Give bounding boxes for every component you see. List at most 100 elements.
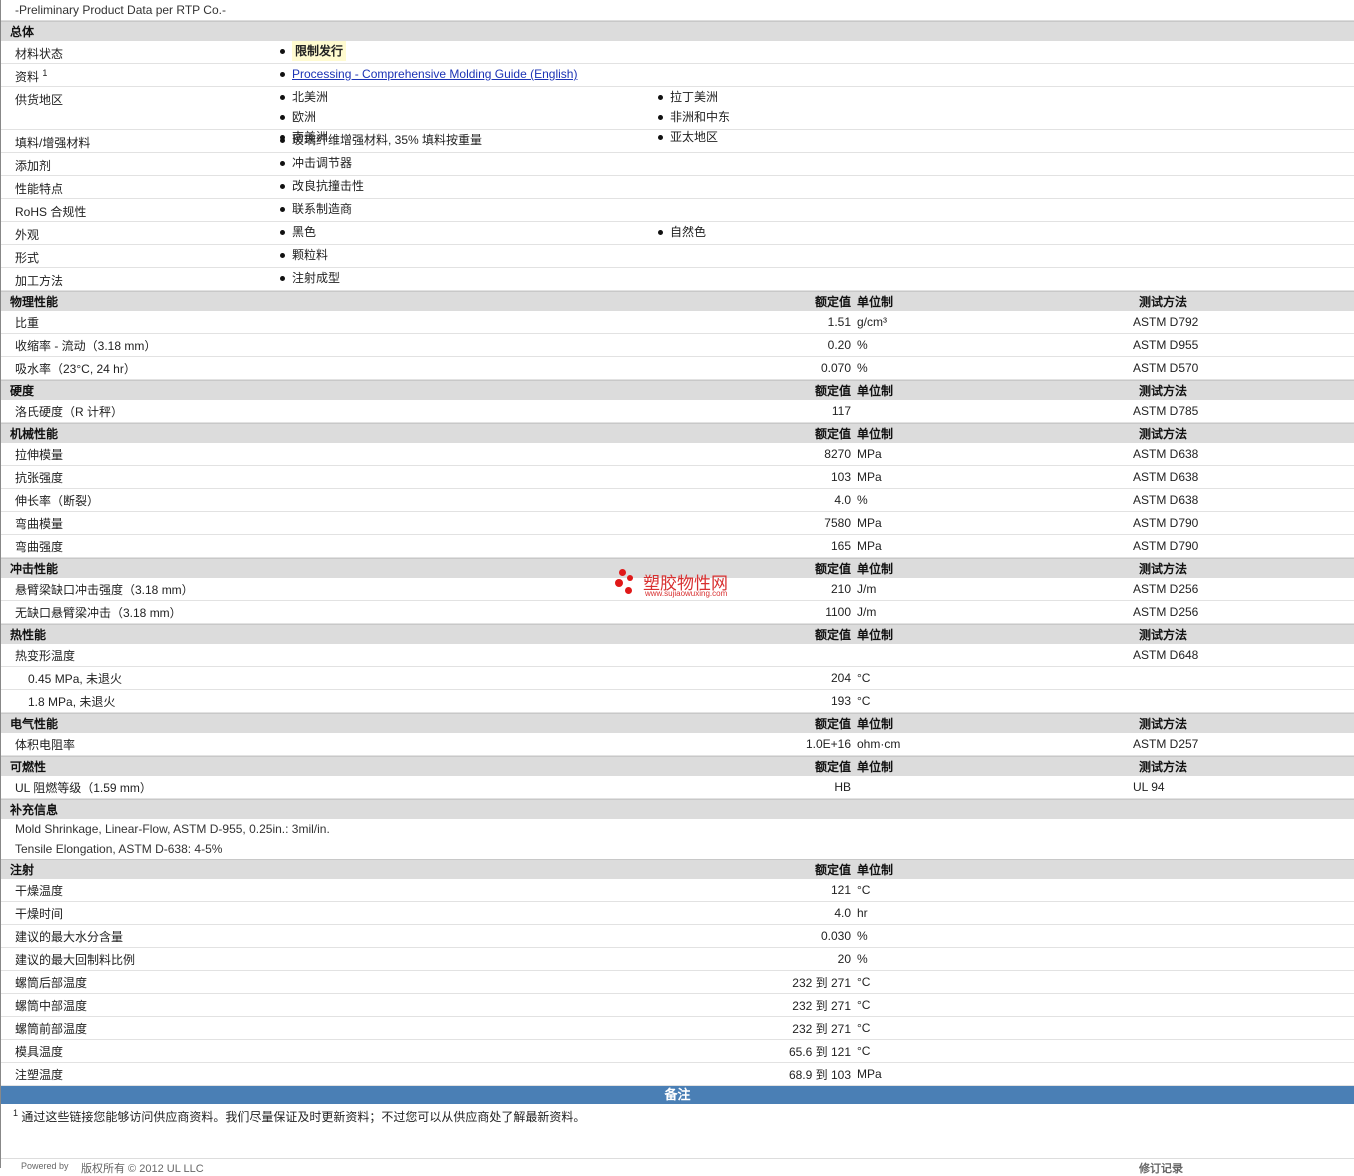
- property-value: 193: [830, 694, 851, 708]
- property-value: 232 到 271: [792, 975, 851, 990]
- property-label: 注塑温度: [15, 1067, 64, 1082]
- property-value: 7580: [824, 516, 851, 530]
- section-title: 可燃性: [10, 760, 47, 774]
- col-header-unit: 单位制: [857, 717, 894, 731]
- property-row: 拉伸模量 8270 MPa ASTM D638: [1, 443, 1354, 466]
- property-test-method: ASTM D955: [1133, 338, 1199, 352]
- section-header-electrical: 电气性能 额定值 单位制 测试方法: [1, 713, 1354, 733]
- general-item: 亚太地区: [656, 127, 1034, 147]
- property-row: 螺筒后部温度 232 到 271 °C: [1, 971, 1354, 994]
- property-value: 4.0: [834, 906, 851, 920]
- col-header-test: 测试方法: [1139, 628, 1188, 642]
- col-header-unit: 单位制: [857, 384, 894, 398]
- property-label: 热变形温度: [15, 648, 76, 663]
- copyright: 版权所有 © 2012 UL LLC: [81, 1163, 204, 1175]
- general-label: 形式: [15, 251, 40, 265]
- general-label: 外观: [15, 228, 40, 242]
- property-row: 建议的最大回制料比例 20%: [1, 948, 1354, 971]
- general-label: 添加剂: [15, 159, 52, 173]
- property-label: 悬臂梁缺口冲击强度（3.18 mm）: [15, 582, 194, 597]
- property-label: 收缩率 - 流动（3.18 mm）: [15, 338, 157, 353]
- general-item: 注射成型: [278, 268, 656, 288]
- property-unit: MPa: [857, 516, 882, 530]
- general-item: 自然色: [656, 222, 1034, 242]
- property-test-method: ASTM D792: [1133, 315, 1199, 329]
- general-row: 添加剂 冲击调节器: [1, 153, 1354, 176]
- general-row: RoHS 合规性 联系制造商: [1, 199, 1354, 222]
- general-item: 颗粒料: [278, 245, 656, 265]
- property-test-method: UL 94: [1133, 780, 1165, 794]
- property-test-method: ASTM D638: [1133, 493, 1199, 507]
- general-label: 资料 1: [15, 68, 48, 84]
- general-row: 加工方法 注射成型: [1, 268, 1354, 291]
- footnote-ref: 1: [42, 68, 48, 78]
- section-title: 注射: [10, 863, 35, 877]
- property-label: 建议的最大水分含量: [15, 929, 124, 944]
- general-items: Processing - Comprehensive Molding Guide…: [278, 64, 1354, 86]
- col-header-test: 测试方法: [1139, 384, 1188, 398]
- general-items: 改良抗撞击性: [278, 176, 1354, 198]
- preliminary-note: -Preliminary Product Data per RTP Co.-: [1, 0, 1354, 21]
- col-header-unit: 单位制: [857, 628, 894, 642]
- property-label: 弯曲强度: [15, 539, 64, 554]
- general-items: 北美洲 拉丁美洲 欧洲 非洲和中东 南美洲 亚太地区: [278, 87, 1354, 144]
- property-test-method: ASTM D256: [1133, 605, 1199, 619]
- property-unit: J/m: [857, 605, 877, 619]
- property-unit: %: [857, 929, 868, 943]
- property-row: 洛氏硬度（R 计秤） 117 ASTM D785: [1, 400, 1354, 423]
- property-unit: J/m: [857, 582, 877, 596]
- property-row: 干燥温度 121 °C: [1, 879, 1354, 902]
- general-item: 拉丁美洲: [656, 87, 1034, 107]
- property-value: 4.0: [834, 493, 851, 507]
- processing-guide-link[interactable]: Processing - Comprehensive Molding Guide…: [292, 67, 577, 81]
- property-value: 103: [830, 470, 851, 484]
- property-label: 1.8 MPa, 未退火: [28, 694, 116, 709]
- section-header-supplemental: 补充信息: [1, 799, 1354, 819]
- section-header-flammability: 可燃性 额定值 单位制 测试方法: [1, 756, 1354, 776]
- property-label: 0.45 MPa, 未退火: [28, 671, 123, 686]
- footer: Powered by 版权所有 © 2012 UL LLC 修订记录: [1, 1158, 1354, 1175]
- general-row: 外观 黑色 自然色: [1, 222, 1354, 245]
- property-row: 抗张强度 103 MPa ASTM D638: [1, 466, 1354, 489]
- section-title: 补充信息: [10, 803, 59, 817]
- col-header-nominal: 额定值: [814, 384, 851, 398]
- property-unit: hr: [857, 906, 868, 920]
- property-unit: %: [857, 952, 868, 966]
- property-row: 螺筒中部温度 232 到 271 °C: [1, 994, 1354, 1017]
- general-items: 限制发行: [278, 41, 1354, 63]
- property-row: 模具温度 65.6 到 121 °C: [1, 1040, 1354, 1063]
- property-row: 0.45 MPa, 未退火 204 °C: [1, 667, 1354, 690]
- general-item: 欧洲: [278, 107, 656, 127]
- col-header-nominal: 额定值: [814, 562, 851, 576]
- property-label: 拉伸模量: [15, 447, 64, 462]
- property-test-method: ASTM D790: [1133, 516, 1199, 530]
- property-row: 伸长率（断裂） 4.0% ASTM D638: [1, 489, 1354, 512]
- general-item: 玻璃纤维增强材料, 35% 填料按重量: [278, 130, 656, 150]
- property-value: 0.030: [820, 929, 851, 943]
- property-unit: MPa: [857, 447, 882, 461]
- general-items: 颗粒料: [278, 245, 1354, 267]
- general-label: 性能特点: [15, 182, 64, 196]
- property-value: 8270: [824, 447, 851, 461]
- property-row: 1.8 MPa, 未退火 193 °C: [1, 690, 1354, 713]
- property-label: 弯曲模量: [15, 516, 64, 531]
- property-unit: °C: [857, 1021, 871, 1035]
- property-row: 体积电阻率 1.0E+16 ohm·cm ASTM D257: [1, 733, 1354, 756]
- general-item: 非洲和中东: [656, 107, 1034, 127]
- property-value: 1.0E+16: [805, 737, 851, 751]
- powered-by[interactable]: Powered by: [21, 1161, 69, 1171]
- revision-history-link[interactable]: 修订记录: [1139, 1160, 1183, 1176]
- property-unit: °C: [857, 671, 871, 685]
- col-header-test: 测试方法: [1139, 562, 1188, 576]
- property-label: 螺筒前部温度: [15, 1021, 88, 1036]
- datasheet: -Preliminary Product Data per RTP Co.- 总…: [0, 0, 1354, 1175]
- property-test-method: ASTM D570: [1133, 361, 1199, 375]
- footnote-text: 通过这些链接您能够访问供应商资料。我们尽量保证及时更新资料；不过您可以从供应商处…: [18, 1110, 586, 1124]
- property-row: 比重 1.51 g/cm³ ASTM D792: [1, 311, 1354, 334]
- section-title: 总体: [10, 25, 35, 39]
- general-item: 冲击调节器: [278, 153, 656, 173]
- property-label: 抗张强度: [15, 470, 64, 485]
- property-label: 建议的最大回制料比例: [15, 952, 136, 967]
- section-title: 热性能: [10, 628, 47, 642]
- general-items: 联系制造商: [278, 199, 1354, 221]
